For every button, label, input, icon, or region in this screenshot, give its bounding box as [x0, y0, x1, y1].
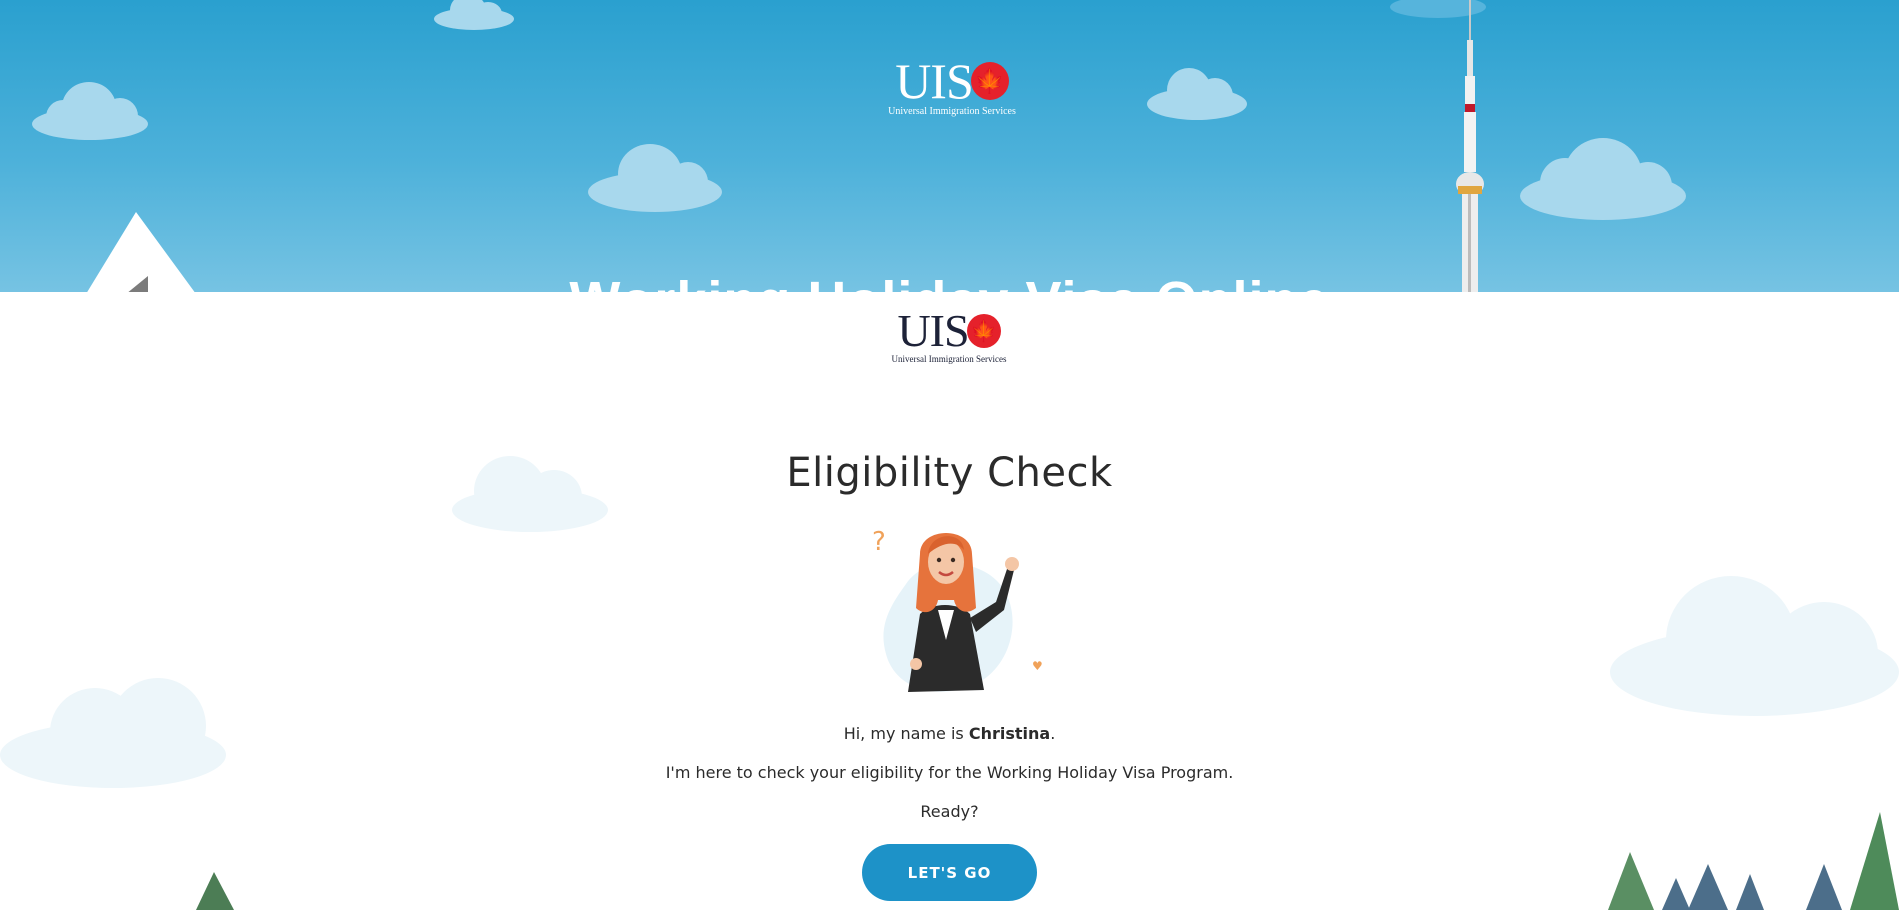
greeting-suffix: .	[1050, 724, 1056, 743]
svg-text:♥: ♥	[1032, 659, 1043, 673]
eligibility-modal: UIS 🍁 Universal Immigration Services Eli…	[0, 292, 1899, 910]
lets-go-button[interactable]: LET'S GO	[862, 844, 1037, 901]
hero-banner: UIS 🍁 Universal Immigration Services Wor…	[0, 0, 1899, 292]
brand-logo[interactable]: UIS 🍁 Universal Immigration Services	[889, 305, 1009, 365]
maple-leaf-icon: 🍁	[966, 314, 1001, 348]
brand-wordmark: UIS	[895, 53, 974, 109]
tree-illustration	[196, 872, 234, 910]
cloud-decoration	[1520, 138, 1686, 220]
page-title: Eligibility Check	[786, 450, 1113, 496]
brand-wordmark: UIS	[897, 305, 969, 356]
brand-tagline: Universal Immigration Services	[891, 354, 1007, 364]
intro-text: I'm here to check your eligibility for t…	[665, 763, 1234, 782]
greeting-text: Hi, my name is Christina.	[0, 724, 1899, 743]
ready-prompt: Ready?	[920, 802, 979, 821]
cloud-decoration	[434, 0, 514, 30]
cn-tower-illustration	[1456, 0, 1484, 292]
cloud-decoration	[1147, 68, 1247, 120]
agent-name: Christina	[968, 724, 1051, 743]
cloud-decoration	[32, 82, 148, 140]
cloud-decoration	[588, 144, 722, 212]
brand-tagline: Universal Immigration Services	[888, 106, 1016, 117]
cloud-decoration	[1610, 576, 1899, 716]
agent-avatar-illustration: ? ♥	[872, 527, 1043, 692]
svg-text:?: ?	[872, 527, 886, 557]
maple-leaf-icon: 🍁	[970, 62, 1009, 100]
tree-illustration	[1608, 812, 1899, 910]
greeting-prefix: Hi, my name is	[843, 724, 969, 743]
hero-title: Working Holiday Visa Online	[0, 270, 1899, 292]
brand-logo[interactable]: UIS 🍁 Universal Immigration Services	[883, 56, 1021, 117]
